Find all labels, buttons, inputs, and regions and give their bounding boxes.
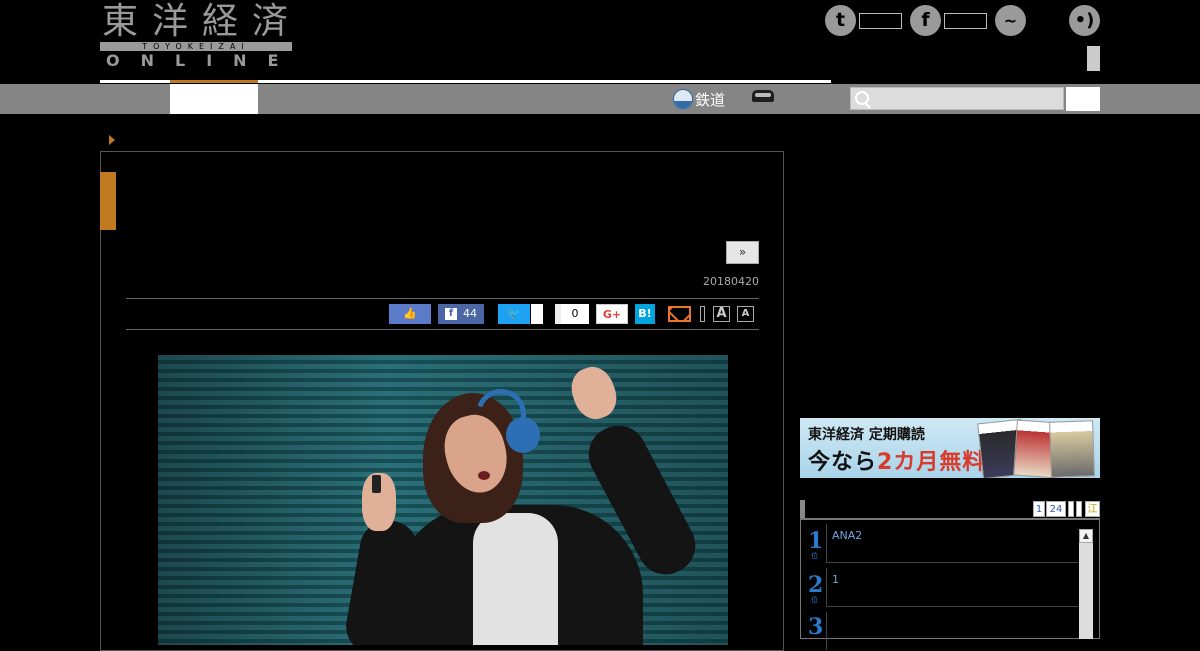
twitter-share-count [531, 304, 543, 324]
facebook-share-button[interactable]: f 44 [438, 304, 484, 324]
ranking-tab-24h[interactable]: 24 [1046, 501, 1066, 517]
rank-number-3: 3 [808, 614, 824, 640]
nav-tab-active-indicator [170, 80, 258, 83]
share-bar-bottom-divider [126, 329, 759, 330]
next-page-button[interactable]: » [726, 241, 759, 264]
magazine-cover-3 [1049, 420, 1095, 478]
hatena-bookmark-button[interactable]: B! [635, 304, 655, 324]
ranking-tab-extra[interactable]: 江 [1085, 501, 1100, 517]
article-date: 20180420 [703, 275, 759, 288]
facebook-icon: f [445, 308, 457, 320]
twitter-share-button[interactable]: 🐦 [498, 304, 530, 324]
messenger-icon[interactable]: ~ [995, 5, 1026, 36]
login-button[interactable] [1087, 46, 1100, 71]
facebook-like-count [944, 13, 987, 29]
ad-line-1: 東洋経済 定期購読 [808, 427, 925, 443]
nav-item-rail-label: 鉄道 [695, 90, 726, 109]
search-icon [855, 91, 869, 105]
font-size-small-button[interactable]: A [737, 306, 754, 322]
article-hero-image [158, 355, 728, 645]
ranking-tab-4[interactable] [1076, 501, 1082, 517]
hero-phone [372, 475, 381, 493]
category-tag [100, 172, 116, 230]
google-plus-share-button[interactable]: G+ [596, 304, 628, 324]
subscription-ad-banner[interactable]: 東洋経済 定期購読 今なら2カ月無料 [800, 418, 1100, 478]
rank-separator-1 [826, 562, 1078, 563]
print-button[interactable] [700, 306, 705, 322]
ranking-scrollbar[interactable] [1079, 529, 1093, 639]
nav-tab-active[interactable] [170, 84, 258, 114]
headphone-icon [506, 417, 540, 453]
mail-icon[interactable] [668, 306, 691, 322]
rank-sub-1: 位 [811, 552, 818, 560]
search-button[interactable] [1066, 87, 1100, 111]
rank-divider-1 [826, 524, 827, 562]
logo-romaji: TOYOKEIZAI [100, 42, 292, 51]
rank-number-2: 2 [808, 572, 824, 598]
scroll-up-icon[interactable]: ▲ [1079, 529, 1093, 543]
rank-separator-2 [826, 606, 1078, 607]
nav-item-rail[interactable]: 鉄道 [673, 86, 725, 112]
search-input[interactable] [850, 87, 1064, 110]
hero-mouth [478, 471, 490, 480]
car-icon[interactable] [752, 90, 774, 102]
share-bar-top-divider [126, 298, 759, 299]
logo-kanji[interactable]: 東洋経済 [102, 2, 302, 42]
font-size-large-button[interactable]: A [713, 306, 730, 322]
rank-title-2[interactable]: 1 [832, 573, 839, 586]
twitter-icon[interactable]: t [825, 5, 856, 36]
twitter-follow-count [859, 13, 902, 29]
like-button[interactable]: 👍 [389, 304, 431, 324]
rank-divider-2 [826, 568, 827, 606]
logo-online: ONLINE [106, 51, 300, 70]
ad-line-2: 今なら2カ月無料 [808, 450, 986, 475]
facebook-share-count: 44 [463, 307, 477, 320]
rank-divider-3 [826, 612, 827, 650]
rank-number-1: 1 [808, 528, 824, 554]
rank-title-1[interactable]: ANA2 [832, 529, 862, 542]
ranking-tab-3[interactable] [1068, 501, 1074, 517]
ranking-tab-1h[interactable]: 1 [1033, 501, 1045, 517]
pocket-share-count[interactable]: 0 [555, 304, 589, 324]
breadcrumb-arrow-icon [109, 135, 115, 145]
train-icon [673, 89, 693, 109]
facebook-icon[interactable]: f [910, 5, 941, 36]
rss-icon[interactable]: •) [1069, 5, 1100, 36]
hero-shirt [473, 513, 558, 645]
rank-sub-2: 位 [811, 596, 818, 604]
ranking-header-mark [800, 500, 805, 518]
